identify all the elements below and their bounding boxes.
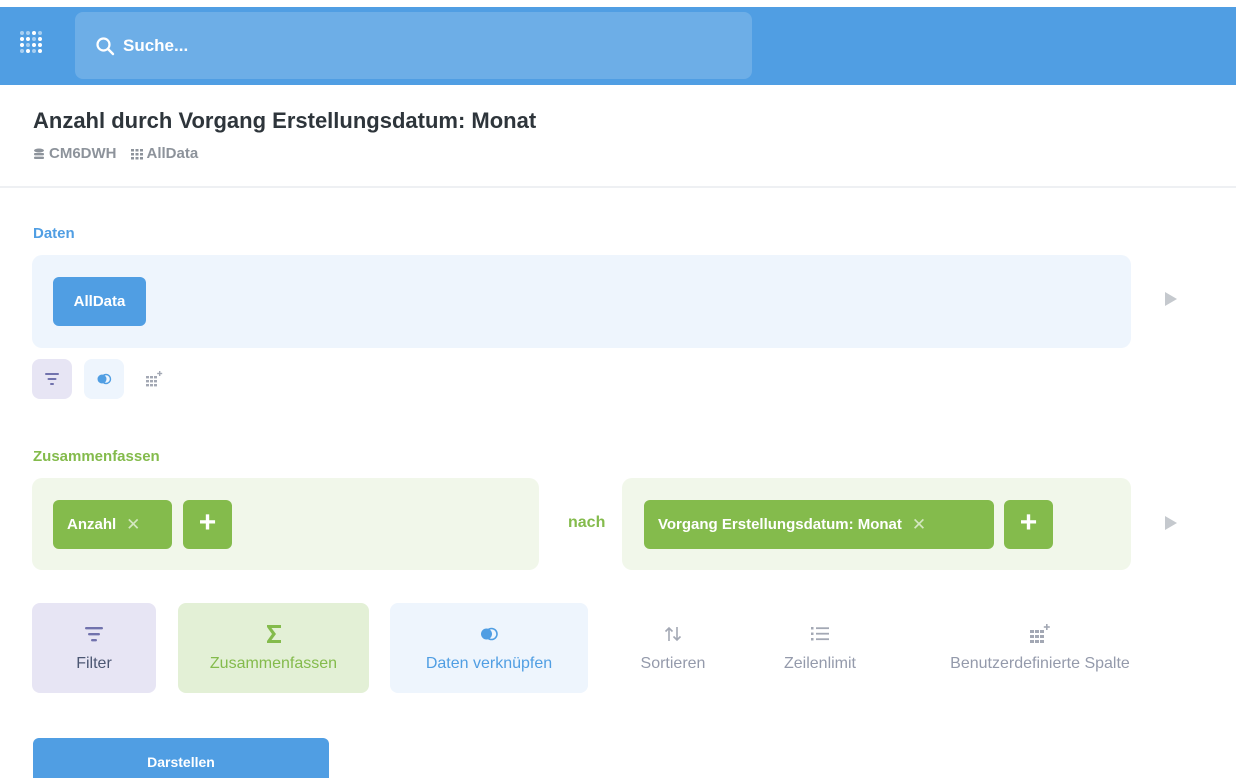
- add-breakout-button[interactable]: +: [1004, 500, 1053, 549]
- data-section-label: Daten: [33, 225, 75, 242]
- metric-label: Anzahl: [67, 516, 117, 533]
- add-metric-button[interactable]: +: [183, 500, 232, 549]
- add-column-icon: [1030, 624, 1050, 643]
- breakout-box: Vorgang Erstellungsdatum: Monat ✕ +: [622, 478, 1131, 570]
- by-label: nach: [568, 514, 606, 531]
- breadcrumb: CM6DWH AllData: [33, 145, 212, 162]
- data-source-pill[interactable]: AllData: [53, 277, 146, 326]
- sort-action-label: Sortieren: [640, 655, 706, 672]
- custom-column-mini-button[interactable]: [134, 359, 174, 399]
- remove-breakout-close-icon[interactable]: ✕: [912, 515, 926, 535]
- breadcrumb-table-label: AllData: [146, 145, 199, 162]
- sort-action-button[interactable]: Sortieren: [618, 603, 728, 693]
- search-input[interactable]: Suche...: [75, 12, 752, 79]
- header-divider: [0, 186, 1236, 188]
- remove-metric-close-icon[interactable]: ✕: [126, 515, 140, 535]
- database-icon: [34, 148, 44, 159]
- add-column-icon: [146, 371, 163, 387]
- list-icon: [811, 627, 829, 641]
- breadcrumb-table[interactable]: AllData: [130, 145, 199, 162]
- breakout-pill[interactable]: Vorgang Erstellungsdatum: Monat ✕: [644, 500, 994, 549]
- join-action-label: Daten verknüpfen: [425, 655, 553, 672]
- page-title: Anzahl durch Vorgang Erstellungsdatum: M…: [33, 108, 537, 133]
- custom-column-action-label: Benutzerdefinierte Spalte: [950, 655, 1130, 672]
- search-placeholder: Suche...: [123, 35, 189, 55]
- filter-icon: [45, 373, 59, 385]
- sigma-icon: [266, 625, 281, 643]
- plus-icon: +: [1019, 506, 1038, 539]
- top-navigation-bar: Suche...: [0, 7, 1236, 85]
- search-icon: [96, 36, 115, 55]
- join-mini-button[interactable]: [84, 359, 124, 399]
- filter-icon: [85, 627, 103, 642]
- sort-arrows-icon: [664, 626, 682, 642]
- app-logo-icon[interactable]: [18, 29, 46, 57]
- table-grid-icon: [130, 148, 143, 159]
- breakout-label: Vorgang Erstellungsdatum: Monat: [658, 516, 902, 533]
- summarize-section-label: Zusammenfassen: [33, 448, 160, 465]
- filter-action-button[interactable]: Filter: [32, 603, 156, 693]
- metric-box: Anzahl ✕ +: [32, 478, 539, 570]
- row-limit-action-button[interactable]: Zeilenlimit: [760, 603, 880, 693]
- filter-mini-button[interactable]: [32, 359, 72, 399]
- metric-pill[interactable]: Anzahl ✕: [53, 500, 172, 549]
- summarize-action-label: Zusammenfassen: [209, 655, 338, 672]
- filter-action-label: Filter: [76, 655, 112, 672]
- summarize-action-button[interactable]: Zusammenfassen: [178, 603, 369, 693]
- breadcrumb-database-label: CM6DWH: [49, 145, 117, 162]
- custom-column-action-button[interactable]: Benutzerdefinierte Spalte: [925, 603, 1155, 693]
- join-icon: [97, 373, 112, 385]
- breadcrumb-database[interactable]: CM6DWH: [33, 145, 117, 162]
- data-step-box: AllData: [32, 255, 1131, 348]
- row-limit-action-label: Zeilenlimit: [783, 655, 856, 672]
- visualize-button[interactable]: Darstellen: [33, 738, 329, 778]
- preview-summarize-play-icon[interactable]: [1165, 516, 1177, 530]
- plus-icon: +: [198, 506, 217, 539]
- join-action-button[interactable]: Daten verknüpfen: [390, 603, 588, 693]
- preview-data-play-icon[interactable]: [1165, 292, 1177, 306]
- join-icon: [481, 627, 498, 641]
